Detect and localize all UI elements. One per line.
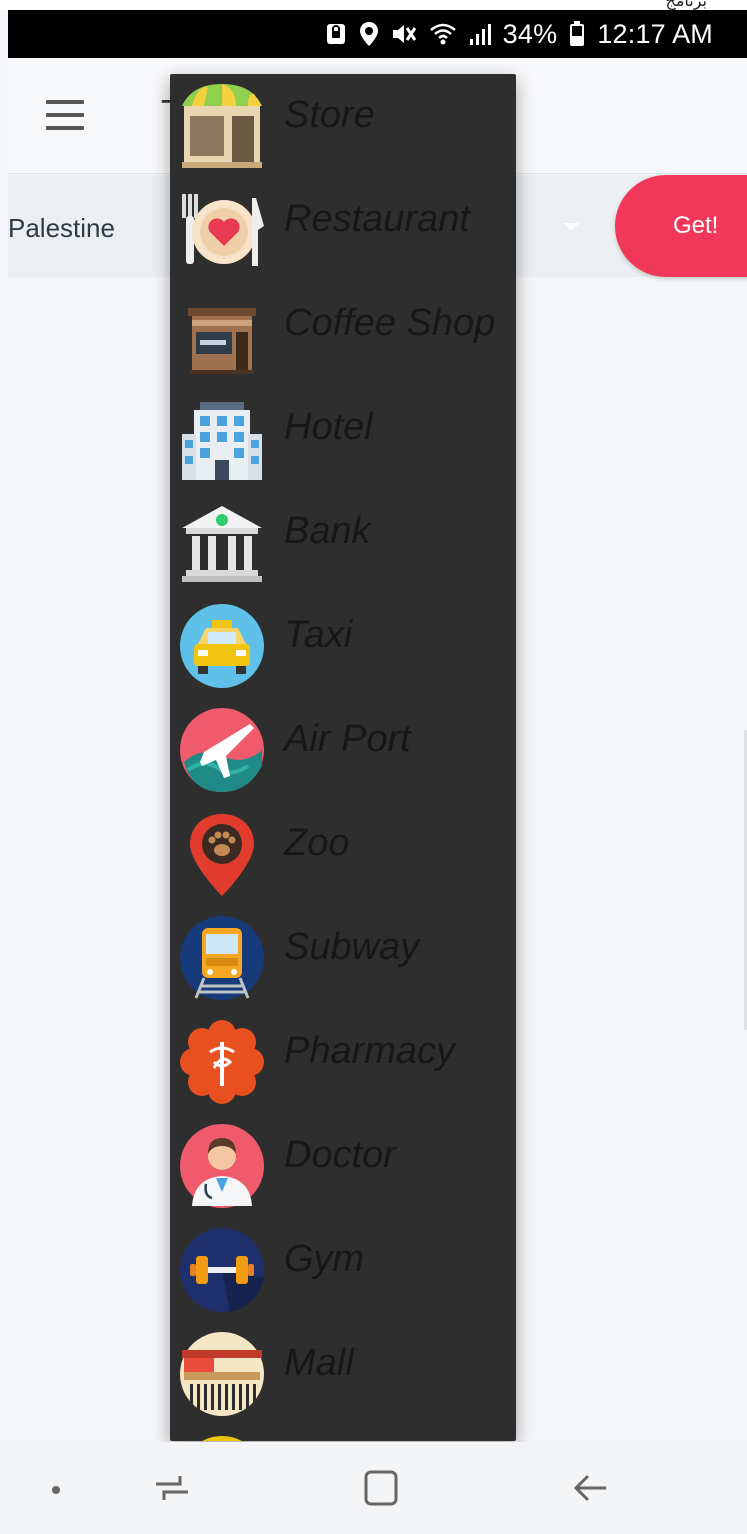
status-time: 12:17 AM [597,18,713,49]
country-select[interactable]: Palestine [8,213,115,244]
dropdown-item-label: Mall [284,1342,354,1384]
dropdown-item-label: Pharmacy [284,1030,456,1072]
dropdown-item-label: Store [284,94,375,136]
mute-icon [391,22,417,46]
dropdown-item-label: Hotel [284,406,373,448]
zoo-icon [178,810,266,898]
wifi-icon [429,22,457,46]
status-bar-top-strip: ﺑﺮﻧﺎﻣﺞ [0,0,747,10]
dropdown-item-label: Subway [284,926,420,968]
back-icon[interactable] [570,1466,614,1510]
dropdown-item-label: Restaurant [284,198,470,240]
taxi-icon [178,602,266,690]
dropdown-item-label: Air Port [284,718,411,760]
dropdown-item-store[interactable]: Store [170,74,516,178]
recents-icon[interactable] [150,1466,194,1510]
dropdown-item-mall[interactable]: Mall [170,1322,516,1426]
gym-icon [178,1226,266,1314]
dropdown-item-airport[interactable]: Air Port [170,698,516,802]
dropdown-item-gym[interactable]: Gym [170,1218,516,1322]
carrier-label: ﺑﺮﻧﺎﻣﺞ [665,0,707,10]
dropdown-item-taxi[interactable]: Taxi [170,594,516,698]
signal-icon [469,22,491,46]
dropdown-item-label: Bank [284,510,371,552]
dropdown-item-coffee-shop[interactable]: Coffee Shop [170,282,516,386]
category-dropdown-list[interactable]: Store Restaurant Coffee Shop Hotel Bank … [170,74,516,1441]
battery-percent: 34% [502,18,558,49]
dropdown-item-partial[interactable] [170,1426,516,1441]
get-button[interactable]: Get! [615,175,747,277]
dropdown-item-label: Coffee Shop [284,302,496,344]
home-icon[interactable] [360,1466,404,1510]
dropdown-item-label: Gym [284,1238,365,1280]
dropdown-item-hotel[interactable]: Hotel [170,386,516,490]
dropdown-item-bank[interactable]: Bank [170,490,516,594]
dropdown-item-label: Doctor [284,1134,396,1176]
dropdown-item-label: Zoo [284,822,350,864]
pharmacy-icon [178,1018,266,1106]
doctor-icon [178,1122,266,1210]
subway-icon [178,914,266,1002]
store-icon [178,82,266,170]
status-bar: 34% 12:17 AM [8,10,747,58]
location-icon [359,21,379,47]
dropdown-item-doctor[interactable]: Doctor [170,1114,516,1218]
hotel-icon [178,394,266,482]
restaurant-icon [178,186,266,274]
mall-icon [178,1330,266,1418]
hamburger-menu-icon[interactable] [46,100,84,130]
partial-category-icon [178,1434,266,1441]
lock-icon [325,22,347,46]
battery-icon [569,21,585,47]
dropdown-item-subway[interactable]: Subway [170,906,516,1010]
airport-icon [178,706,266,794]
coffee-shop-icon [178,290,266,378]
dropdown-item-pharmacy[interactable]: Pharmacy [170,1010,516,1114]
dropdown-item-restaurant[interactable]: Restaurant [170,178,516,282]
dot-icon[interactable] [44,1466,68,1510]
chevron-down-icon[interactable] [563,223,579,231]
dropdown-item-label: Taxi [284,614,353,656]
bank-icon [178,498,266,586]
dropdown-item-zoo[interactable]: Zoo [170,802,516,906]
system-nav-bar [0,1442,747,1534]
